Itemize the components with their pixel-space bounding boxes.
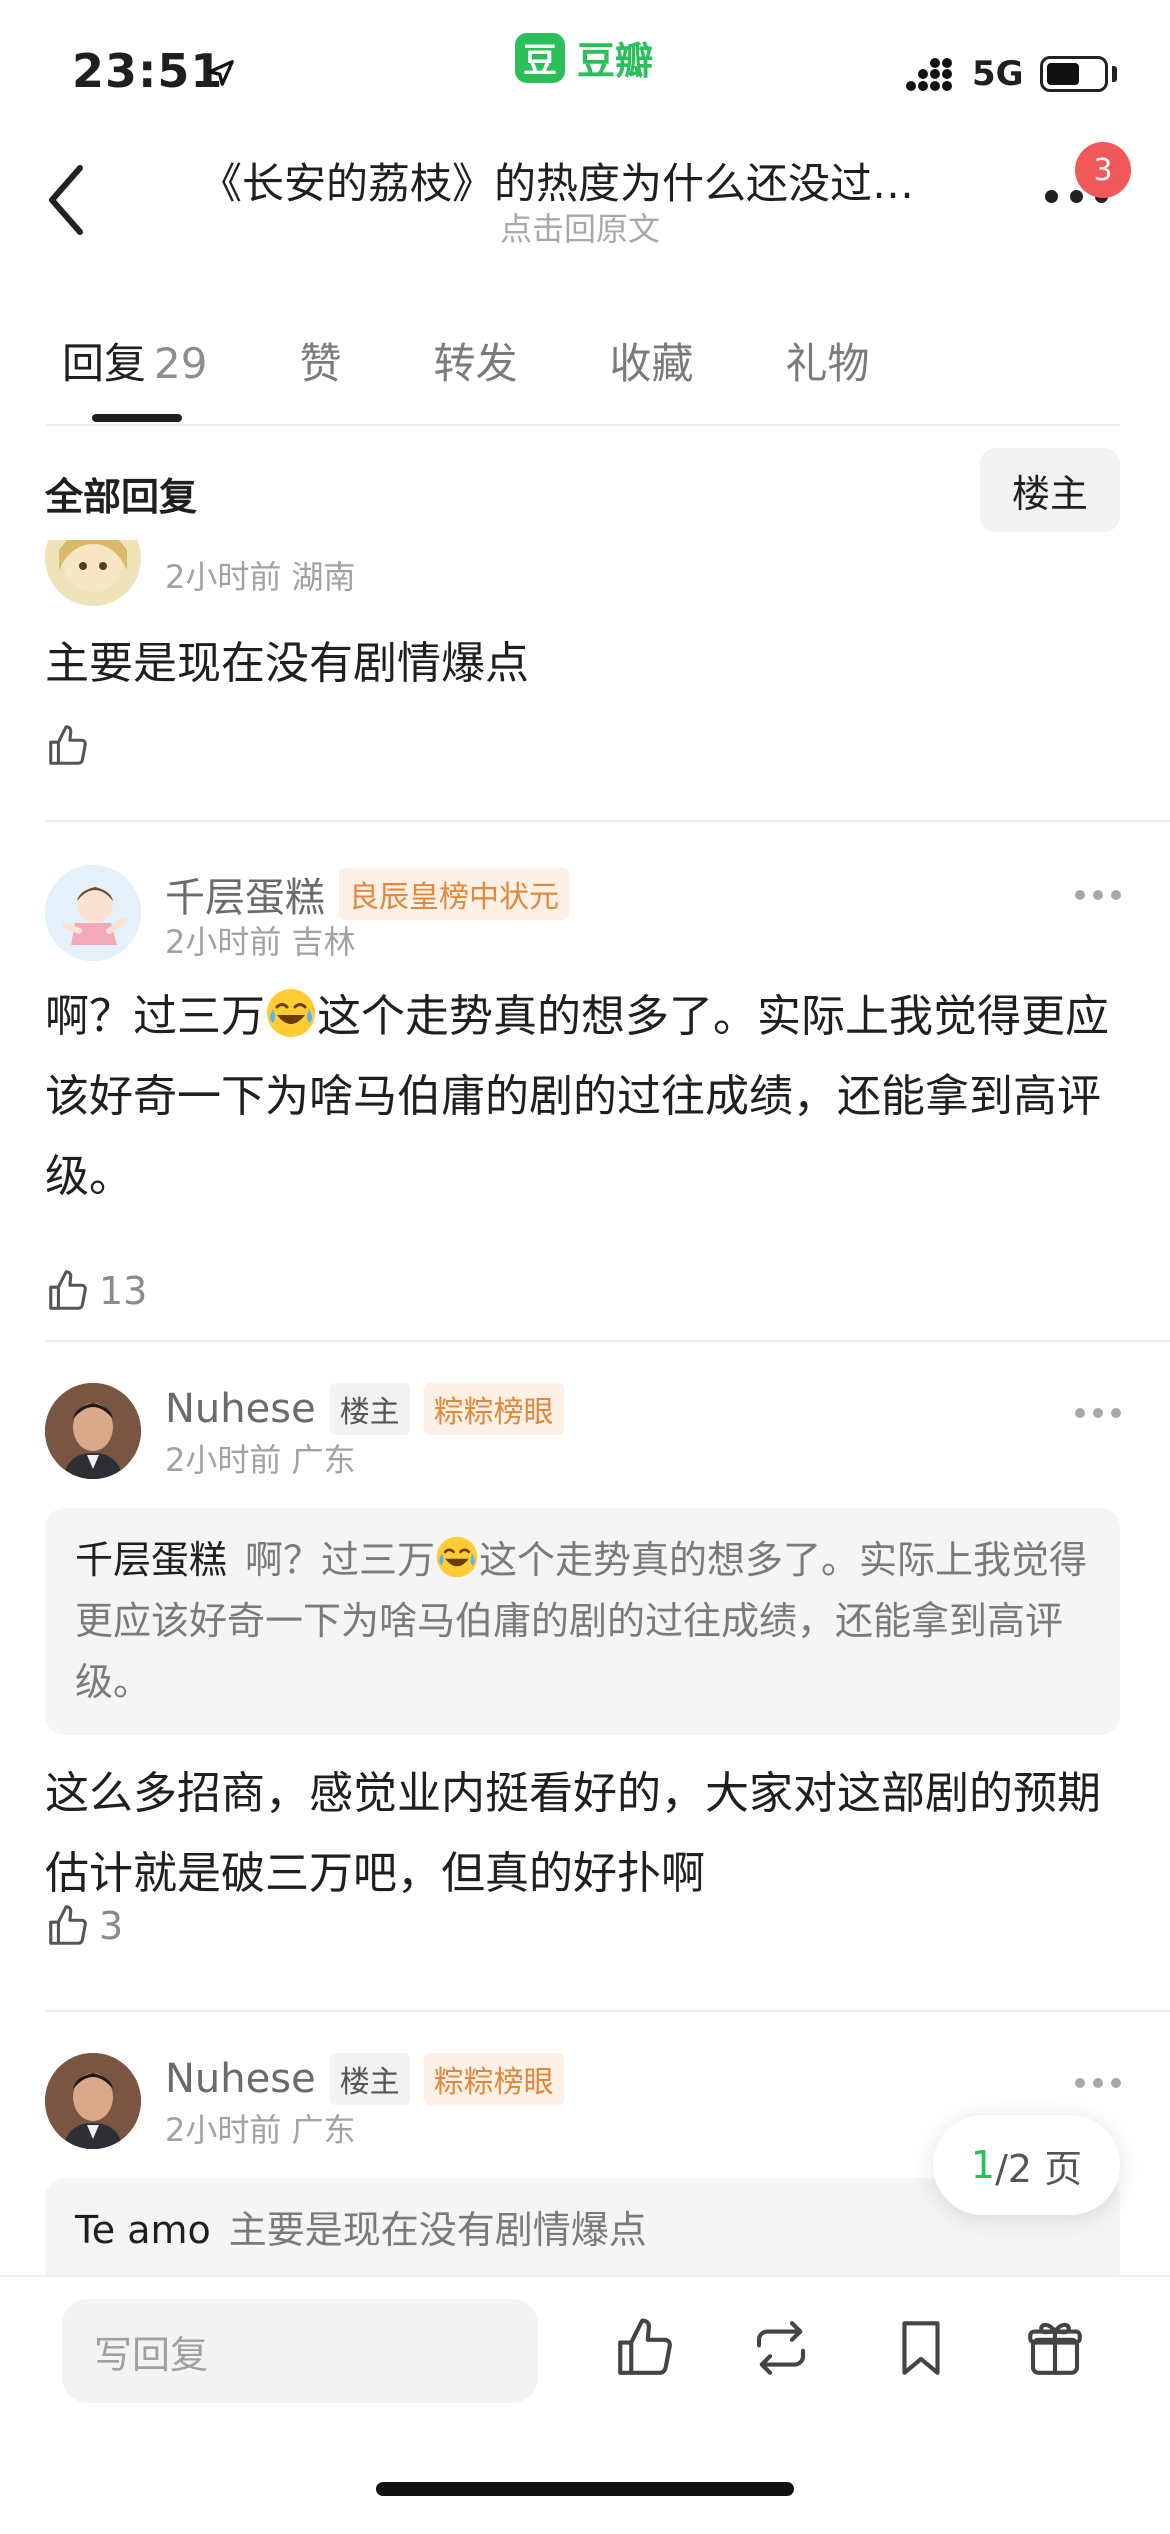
back-to-original-link[interactable]: 点击回原文: [500, 204, 660, 250]
avatar[interactable]: [45, 2053, 141, 2149]
tab-likes[interactable]: 赞: [299, 330, 341, 391]
comment-author: Nuhese 楼主 粽粽榜眼: [165, 1383, 564, 1435]
like-button[interactable]: 3: [45, 1903, 123, 1949]
comment-list: 2小时前 湖南 主要是现在没有剧情爆点 千层蛋糕 良辰皇榜中状元 2小时前 吉林…: [0, 540, 1170, 2275]
comment-meta: 2小时前 湖南: [165, 558, 356, 596]
signal-icon: [906, 58, 952, 91]
op-only-filter-button[interactable]: 楼主: [980, 448, 1120, 532]
app-name: 豆瓣: [577, 39, 654, 83]
comment-text: 这么多招商，感觉业内挺看好的，大家对这部剧的预期估计就是破三万吧，但真的好扑啊: [45, 1768, 1101, 1899]
comment-more-icon[interactable]: [1075, 888, 1121, 902]
comment-text: 啊？过三万 这个走势真的想多了。实际上我觉得更应该好奇一下为啥马伯庸的剧的过往成绩…: [45, 977, 1120, 1217]
douban-logo-icon: 豆: [515, 32, 565, 83]
quoted-username: Te amo: [75, 2208, 211, 2252]
avatar[interactable]: [45, 1383, 141, 1479]
thumbs-up-icon: [49, 1270, 87, 1310]
bookmark-icon[interactable]: [888, 2315, 954, 2381]
like-button[interactable]: 13: [45, 1268, 147, 1314]
comment-divider: [45, 2010, 1170, 2012]
thumbs-up-icon: [49, 725, 87, 765]
tab-bar: 回复 29 赞 转发 收藏 礼物: [62, 330, 962, 391]
username[interactable]: 千层蛋糕: [165, 865, 325, 923]
status-time: 23:51: [72, 44, 224, 98]
like-button[interactable]: [45, 723, 99, 769]
rank-tag: 良辰皇榜中状元: [339, 868, 569, 920]
comment-divider: [45, 1340, 1170, 1342]
comment-more-icon[interactable]: [1075, 1406, 1121, 1420]
repost-icon[interactable]: [748, 2315, 814, 2381]
tab-gifts[interactable]: 礼物: [786, 330, 870, 391]
username[interactable]: Nuhese: [165, 1386, 316, 1432]
post-title[interactable]: 《长安的荔枝》的热度为什么还没过…: [200, 150, 990, 211]
like-count: 13: [99, 1269, 148, 1313]
tab-replies[interactable]: 回复 29: [62, 330, 207, 391]
reply-input[interactable]: 写回复: [62, 2299, 538, 2403]
comment-text: 主要是现在没有剧情爆点: [45, 638, 529, 689]
battery-icon: [1040, 56, 1108, 92]
page-indicator[interactable]: 1/2 页: [933, 2115, 1120, 2215]
avatar[interactable]: [45, 540, 141, 606]
home-indicator: [376, 2482, 794, 2496]
status-bar: 23:51 豆 豆瓣 5G: [0, 0, 1170, 130]
quoted-username: 千层蛋糕: [75, 1538, 228, 1582]
gift-icon[interactable]: [1022, 2315, 1088, 2381]
tab-divider: [45, 424, 1120, 426]
tab-favorites[interactable]: 收藏: [610, 330, 694, 391]
thumbs-up-icon: [49, 1905, 87, 1945]
tab-reposts[interactable]: 转发: [433, 330, 517, 391]
section-title: 全部回复: [45, 475, 198, 519]
app-logo: 豆 豆瓣: [515, 30, 653, 85]
username[interactable]: Nuhese: [165, 2056, 316, 2102]
quoted-text-part: 啊？过三万: [245, 1538, 436, 1582]
comment-meta: 2小时前 广东: [165, 1441, 356, 1479]
thumbs-up-icon[interactable]: [612, 2315, 678, 2381]
comment-text-part: 啊？过三万: [45, 991, 265, 1042]
like-count: 3: [99, 1904, 124, 1948]
rank-tag: 粽粽榜眼: [423, 2053, 564, 2105]
tab-replies-label: 回复: [62, 339, 147, 388]
comment-author: 千层蛋糕 良辰皇榜中状元: [165, 865, 569, 923]
avatar[interactable]: [45, 865, 141, 961]
active-tab-indicator: [92, 414, 182, 422]
current-page: 1: [970, 2143, 996, 2187]
back-chevron-icon[interactable]: [42, 160, 92, 240]
page-total: /2 页: [995, 2146, 1083, 2191]
op-tag: 楼主: [329, 1383, 410, 1435]
location-arrow-icon: [208, 60, 234, 86]
bottom-action-bar: 写回复: [0, 2275, 1170, 2534]
op-tag: 楼主: [329, 2053, 410, 2105]
notification-badge: 3: [1075, 142, 1131, 198]
rank-tag: 粽粽榜眼: [423, 1383, 564, 1435]
battery-cap: [1112, 66, 1117, 82]
network-type: 5G: [972, 54, 1024, 94]
quoted-text: 主要是现在没有剧情爆点: [228, 2208, 647, 2252]
comment-more-icon[interactable]: [1075, 2076, 1121, 2090]
comment-divider: [45, 820, 1170, 822]
laughing-tears-emoji-icon: [436, 1536, 478, 1578]
comment-author: Nuhese 楼主 粽粽榜眼: [165, 2053, 564, 2105]
comment-meta: 2小时前 广东: [165, 2111, 356, 2149]
tab-replies-count: 29: [154, 339, 208, 388]
quoted-reply[interactable]: 千层蛋糕 啊？过三万 这个走势真的想多了。实际上我觉得更应该好奇一下为啥马伯庸的剧的…: [45, 1508, 1120, 1735]
comment-meta: 2小时前 吉林: [165, 923, 356, 961]
laughing-tears-emoji-icon: [267, 989, 315, 1037]
